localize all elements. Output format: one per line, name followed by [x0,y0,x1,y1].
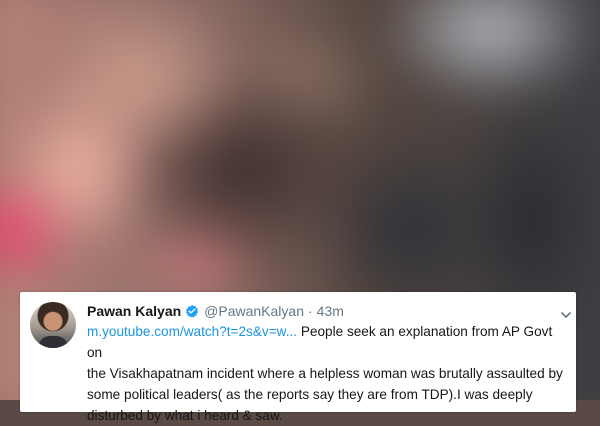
tweet-timestamp[interactable]: 43m [317,303,344,319]
avatar-shirt [38,336,68,348]
user-handle[interactable]: @PawanKalyan [204,303,304,319]
tweet-header: Pawan Kalyan @PawanKalyan · 43m [87,302,344,320]
tweet-text-line-4: disturbed by what i heard & saw. [87,408,283,423]
chevron-down-icon[interactable] [561,306,571,318]
display-name[interactable]: Pawan Kalyan [87,303,181,319]
tweet-text: m.youtube.com/watch?t=2s&v=w... People s… [87,321,567,426]
avatar[interactable] [30,302,76,348]
separator-dot: · [307,303,313,319]
verified-badge-icon [185,304,199,318]
tweet-link[interactable]: m.youtube.com/watch?t=2s&v=w... [87,324,297,339]
tweet-text-line-2: the Visakhapatnam incident where a helpl… [87,366,563,381]
tweet-card[interactable]: Pawan Kalyan @PawanKalyan · 43m m.youtub… [20,292,576,423]
